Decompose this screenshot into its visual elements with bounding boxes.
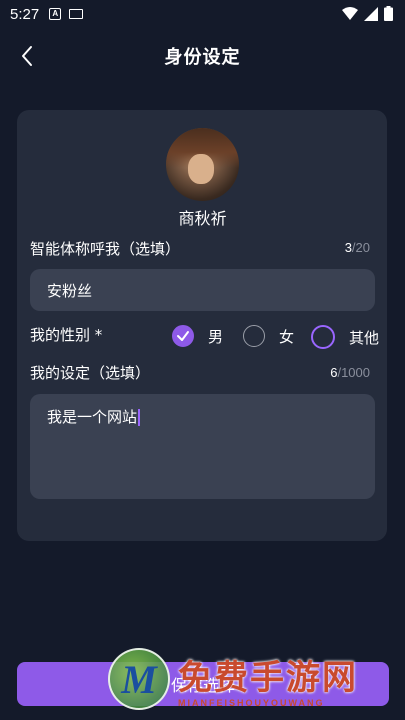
persona-value: 我是一个网站 <box>47 408 138 426</box>
avatar-face <box>188 154 214 184</box>
gender-option-label: 其他 <box>349 328 380 347</box>
keyboard-icon <box>69 9 84 19</box>
signal-icon <box>364 6 378 21</box>
gender-option-label: 男 <box>208 327 224 346</box>
back-arrow-icon[interactable] <box>16 44 40 68</box>
text-caret <box>138 409 140 426</box>
character-name: 商秋祈 <box>178 209 227 228</box>
gender-option-male[interactable]: 男 <box>172 325 223 347</box>
wifi-icon <box>342 6 358 20</box>
battery-icon <box>384 6 393 21</box>
notification-a-icon: A <box>49 8 62 20</box>
nickname-count-current: 3 <box>344 240 352 255</box>
nickname-counter: 3/20 <box>345 240 370 255</box>
gender-label: 我的性别 * <box>30 326 103 344</box>
nickname-input[interactable]: 安粉丝 <box>30 269 375 311</box>
persona-count-max: /1000 <box>337 365 370 380</box>
persona-label: 我的设定（选填） <box>30 364 151 382</box>
header: 身份设定 <box>0 36 405 76</box>
nickname-label: 智能体称呼我（选填） <box>30 240 181 258</box>
persona-counter: 6/1000 <box>330 365 370 380</box>
character-avatar <box>166 128 239 201</box>
nickname-value: 安粉丝 <box>47 281 93 300</box>
nickname-count-max: /20 <box>351 240 370 255</box>
gender-option-label: 女 <box>279 327 295 346</box>
persona-textarea[interactable]: 我是一个网站 <box>30 394 375 499</box>
status-bar: 5:27 A <box>0 0 405 28</box>
radio-unchecked-icon <box>311 325 335 349</box>
page-title: 身份设定 <box>164 47 241 68</box>
save-button[interactable]: 保存选择 <box>17 662 389 706</box>
status-time: 5:27 <box>10 5 40 23</box>
gender-option-female[interactable]: 女 <box>243 325 294 347</box>
radio-checked-icon <box>172 325 194 347</box>
radio-unchecked-icon <box>243 325 265 347</box>
gender-option-other[interactable]: 其他 <box>311 325 379 349</box>
